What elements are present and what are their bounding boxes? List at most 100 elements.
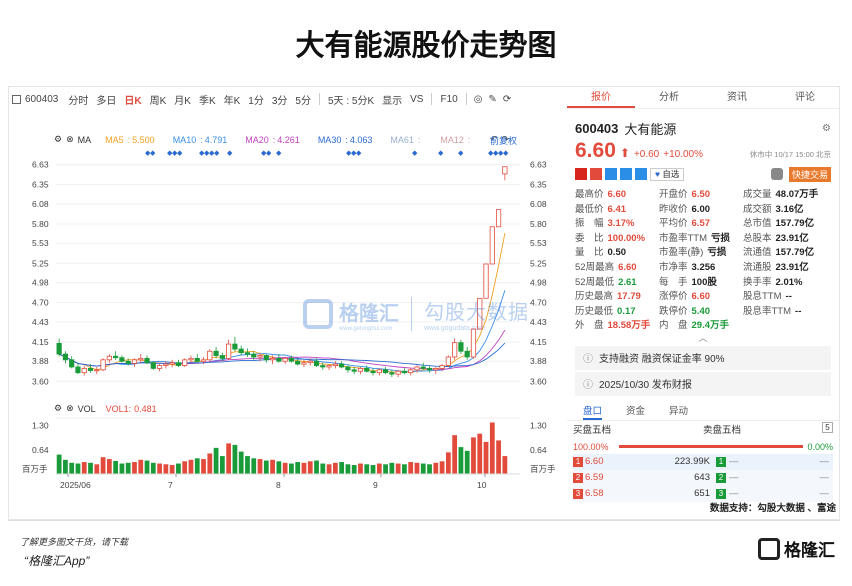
volume-bar bbox=[176, 463, 181, 474]
watermark-brand: 格隆汇 bbox=[339, 302, 399, 325]
volume-bar bbox=[458, 447, 464, 474]
market-status: 休市中 10/17 15:00 北京 bbox=[749, 150, 831, 159]
tab-0[interactable]: 报价 bbox=[567, 87, 635, 108]
y-tick-label-right: 5.80 bbox=[530, 219, 547, 229]
candle bbox=[257, 355, 263, 358]
subtab-0[interactable]: 盘口 bbox=[583, 403, 603, 420]
candle bbox=[414, 366, 420, 371]
change: +0.60 bbox=[633, 149, 660, 160]
orderbook-row: 1 6.60 223.99K 1— — bbox=[573, 453, 833, 470]
stat-cell: 昨收价 6.00 bbox=[659, 203, 743, 218]
volume-bar bbox=[358, 463, 363, 474]
trade-icon[interactable] bbox=[620, 168, 632, 180]
tab-3[interactable]: 评论 bbox=[771, 87, 839, 108]
stat-cell: 总股本 23.91亿 bbox=[743, 232, 843, 247]
candle bbox=[169, 362, 175, 365]
margin-banner[interactable]: ⓘ 支持融资 融资保证金率 90% bbox=[575, 345, 831, 370]
stat-cell: 振 幅 3.17% bbox=[575, 217, 659, 232]
settings-icon[interactable]: ⚙ bbox=[54, 403, 62, 414]
stat-value: 23.91亿 bbox=[775, 261, 809, 273]
candle bbox=[226, 343, 232, 359]
candle bbox=[420, 366, 426, 369]
vol-tick-right: 0.64 bbox=[530, 445, 547, 455]
stat-cell: 换手率 2.01% bbox=[743, 276, 843, 291]
cn-flag-icon bbox=[575, 168, 587, 180]
quick-trade-button[interactable]: 快捷交易 bbox=[788, 166, 831, 182]
candle bbox=[200, 359, 207, 362]
stat-label: 股息率TTM bbox=[743, 305, 792, 317]
stat-label: 成交额 bbox=[743, 203, 772, 215]
y-tick-label-left: 4.15 bbox=[32, 337, 49, 347]
expand-chevron-icon[interactable]: ︿ bbox=[567, 333, 839, 344]
candle bbox=[113, 355, 119, 359]
earnings-banner[interactable]: ⓘ 2025/10/30 发布财报 bbox=[575, 371, 831, 396]
candle bbox=[251, 353, 257, 358]
y-tick-label-right: 4.70 bbox=[530, 298, 547, 308]
stat-cell bbox=[743, 319, 843, 334]
signal-dot-icon: ◆ bbox=[438, 150, 444, 157]
candle bbox=[219, 355, 225, 359]
bid-index-icon: 1 bbox=[573, 456, 583, 467]
subtab-2[interactable]: 异动 bbox=[669, 403, 688, 420]
volume-bar bbox=[414, 462, 420, 474]
stat-value: 157.79亿 bbox=[775, 218, 815, 230]
stat-label: 内 盘 bbox=[659, 320, 688, 332]
bell-icon[interactable] bbox=[770, 168, 783, 180]
close-icon[interactable]: ⊗ bbox=[66, 403, 74, 414]
candle bbox=[351, 369, 357, 372]
signal-dot-icon: ◆ bbox=[214, 150, 220, 157]
calendar-icon: ⓘ bbox=[583, 380, 593, 392]
stat-cell: 量 比 0.50 bbox=[575, 246, 659, 261]
watermark-data-url: www.gogudata.com bbox=[424, 325, 486, 332]
volume-bar bbox=[194, 458, 200, 474]
candle bbox=[426, 367, 433, 371]
orderbook-sell-label: 卖盘五档 bbox=[703, 424, 742, 436]
watermark: 格隆汇 www.gelonghui.com 勾股大数据 www.gogudata… bbox=[303, 296, 529, 332]
y-tick-label-right: 3.60 bbox=[530, 376, 547, 386]
favorite-button[interactable]: ♥ 自选 bbox=[650, 167, 685, 181]
volume-bar bbox=[282, 462, 288, 474]
vol-label: VOL bbox=[77, 403, 96, 414]
candle bbox=[458, 342, 464, 352]
stat-cell: 市净率 3.256 bbox=[659, 261, 743, 276]
volume-bar bbox=[502, 456, 508, 474]
candle bbox=[395, 370, 401, 375]
candle bbox=[263, 355, 269, 361]
stat-label: 成交量 bbox=[743, 189, 772, 200]
candle bbox=[357, 367, 364, 372]
candle bbox=[119, 357, 125, 362]
subtab-1[interactable]: 资金 bbox=[626, 403, 645, 420]
candle bbox=[156, 365, 163, 369]
stat-value: 29.4万手 bbox=[691, 320, 730, 332]
ask-price: — bbox=[729, 455, 739, 467]
candle bbox=[150, 362, 156, 369]
stat-value: 亏损 bbox=[707, 247, 727, 259]
stat-cell: 总市值 157.79亿 bbox=[743, 217, 843, 232]
bid-price: 6.59 bbox=[585, 471, 604, 483]
volume-bar bbox=[251, 458, 257, 474]
price: 6.60 bbox=[575, 139, 616, 162]
candle bbox=[244, 352, 251, 355]
candle bbox=[326, 365, 332, 368]
connect-icon[interactable] bbox=[605, 168, 617, 180]
orderbook-count-icon[interactable]: 5 bbox=[822, 421, 833, 433]
volume-bar bbox=[439, 461, 445, 474]
share-icon[interactable] bbox=[635, 168, 647, 180]
volume-bar bbox=[257, 459, 263, 474]
candle bbox=[131, 359, 138, 364]
stat-cell: 历史最低 0.17 bbox=[575, 305, 659, 320]
tab-1[interactable]: 分析 bbox=[635, 87, 703, 108]
volume-bar bbox=[238, 451, 244, 474]
ask-index-icon: 3 bbox=[716, 488, 726, 499]
tab-2[interactable]: 资讯 bbox=[703, 87, 771, 108]
volume-bar bbox=[232, 444, 238, 474]
candle bbox=[207, 350, 213, 361]
stat-label: 涨停价 bbox=[659, 291, 688, 303]
candle bbox=[408, 369, 414, 374]
volume-bar bbox=[477, 433, 483, 474]
volume-bar bbox=[63, 459, 68, 474]
settings-icon[interactable]: ⚙ bbox=[822, 123, 831, 134]
heart-icon: ♥ bbox=[655, 168, 661, 179]
volume-bar bbox=[163, 464, 169, 474]
margin-icon[interactable] bbox=[590, 168, 602, 180]
